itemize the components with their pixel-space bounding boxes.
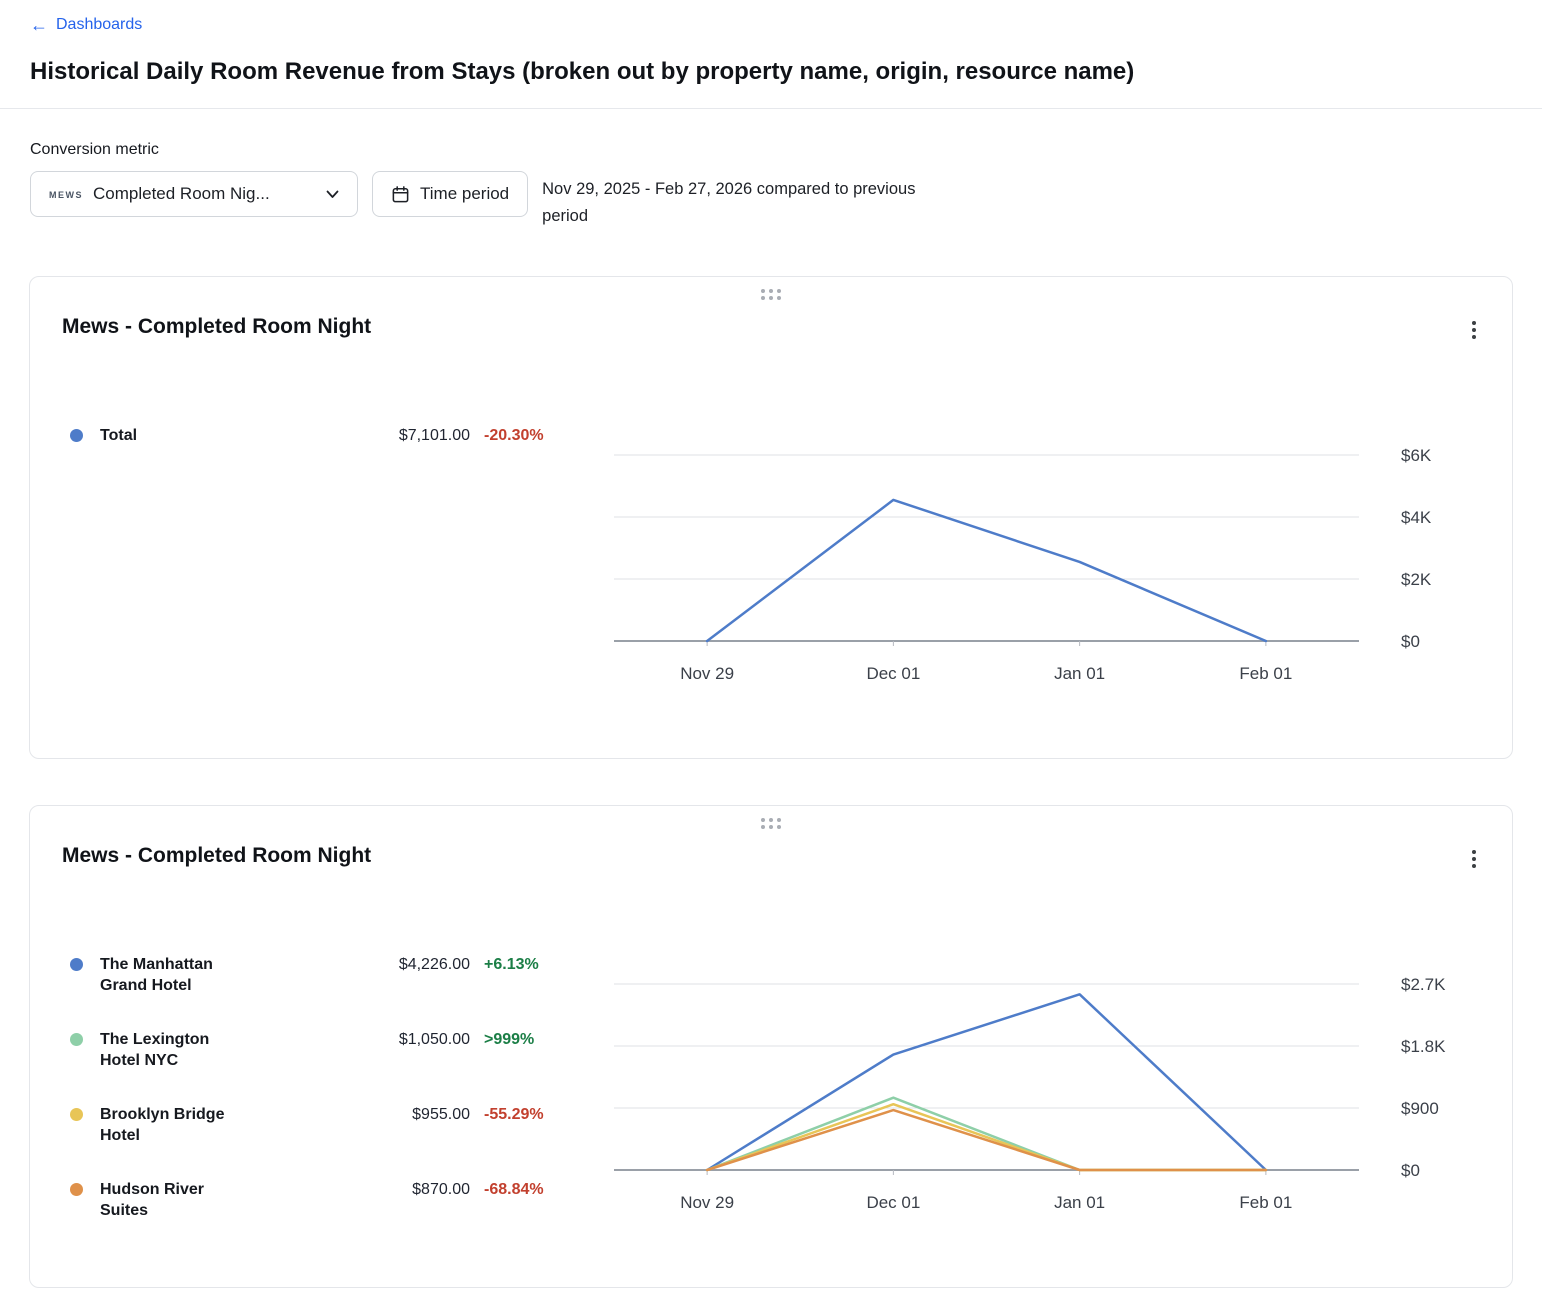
legend-item[interactable]: Hudson River Suites $870.00 -68.84% [68,1179,592,1221]
time-period-button[interactable]: Time period [372,171,528,217]
conversion-metric-label: Conversion metric [30,141,1512,159]
series-value: $1,050.00 [288,1029,470,1050]
series-value: $7,101.00 [288,425,470,446]
series-name: Hudson River Suites [100,1179,248,1221]
series-pct-change: >999% [482,1029,592,1050]
calendar-icon [391,185,410,204]
series-color-dot [70,1183,83,1196]
chevron-down-icon [326,190,339,199]
page-title: Historical Daily Room Revenue from Stays… [30,58,1512,86]
y-axis-label: $2.7K [1401,975,1446,994]
legend-item[interactable]: Total $7,101.00 -20.30% [68,425,592,446]
legend-item[interactable]: Brooklyn Bridge Hotel $955.00 -55.29% [68,1104,592,1146]
chart-card-by-property: Mews - Completed Room Night The Manhatta… [29,805,1513,1288]
chart-legend: The Manhattan Grand Hotel $4,226.00 +6.13%… [62,954,592,1227]
legend-item[interactable]: The Manhattan Grand Hotel $4,226.00 +6.13% [68,954,592,996]
y-axis-label: $2K [1401,570,1432,589]
card-header: Mews - Completed Room Night [62,844,1480,874]
time-period-label: Time period [420,184,509,204]
back-arrow-icon: ← [30,16,48,34]
x-axis-label: Feb 01 [1239,664,1292,683]
chart-card-total: Mews - Completed Room Night Total $7,101.… [29,276,1513,759]
drag-handle-icon[interactable] [757,285,785,304]
x-axis-label: Jan 01 [1054,664,1105,683]
y-axis-label: $0 [1401,632,1420,651]
series-pct-change: -55.29% [482,1104,592,1125]
series-line [707,500,1266,641]
card-header: Mews - Completed Room Night [62,315,1480,345]
y-axis-label: $4K [1401,508,1432,527]
series-name: The Manhattan Grand Hotel [100,954,248,996]
kebab-menu-icon[interactable] [1464,315,1484,345]
back-link-dashboards[interactable]: ← Dashboards [30,16,142,34]
top-bar: ← Dashboards Historical Daily Room Reven… [0,0,1542,109]
x-axis-label: Dec 01 [866,1193,920,1212]
card-title: Mews - Completed Room Night [62,844,371,868]
date-range-text: Nov 29, 2025 - Feb 27, 2026 compared to … [542,171,917,230]
x-axis-label: Feb 01 [1239,1193,1292,1212]
series-name: Brooklyn Bridge Hotel [100,1104,248,1146]
y-axis-label: $900 [1401,1099,1439,1118]
drag-handle-icon[interactable] [757,814,785,833]
kebab-menu-icon[interactable] [1464,844,1484,874]
series-color-dot [70,429,83,442]
x-axis-label: Jan 01 [1054,1193,1105,1212]
card-title: Mews - Completed Room Night [62,315,371,339]
back-link-label: Dashboards [56,16,142,34]
y-axis-label: $0 [1401,1161,1420,1180]
series-color-dot [70,958,83,971]
series-line [707,1098,1266,1170]
chart-area[interactable]: $0 $900 $1.8K $2.7K Nov 29 Dec 01 Jan 01 Feb 01 [592,954,1480,1227]
line-chart-svg: $0 $2K $4K $6K Nov 29 Dec 01 Jan 01 Feb 01 [614,425,1454,693]
conversion-metric-value: Completed Room Nig... [93,184,316,204]
series-color-dot [70,1033,83,1046]
series-name: The Lexington Hotel NYC [100,1029,248,1071]
chart-area[interactable]: $0 $2K $4K $6K Nov 29 Dec 01 Jan 01 Feb 01 [592,425,1480,698]
series-pct-change: +6.13% [482,954,592,975]
chart-legend: Total $7,101.00 -20.30% [62,425,592,698]
x-axis-label: Nov 29 [680,1193,734,1212]
series-value: $955.00 [288,1104,470,1125]
series-pct-change: -20.30% [482,425,592,446]
card-body: Total $7,101.00 -20.30% $0 $2K $4K $6K Nov 29 D… [62,425,1480,698]
filters-section: Conversion metric MEWS Completed Room Ni… [0,109,1542,230]
dashboard-content: Mews - Completed Room Night Total $7,101.… [0,276,1542,1314]
series-value: $4,226.00 [288,954,470,975]
y-axis-label: $6K [1401,446,1432,465]
y-axis-label: $1.8K [1401,1037,1446,1056]
conversion-metric-select[interactable]: MEWS Completed Room Nig... [30,171,358,217]
x-axis-label: Nov 29 [680,664,734,683]
card-body: The Manhattan Grand Hotel $4,226.00 +6.13%… [62,954,1480,1227]
mews-logo: MEWS [49,190,83,200]
filters-row: MEWS Completed Room Nig... Time period N… [30,171,1512,230]
series-color-dot [70,1108,83,1121]
x-axis-label: Dec 01 [866,664,920,683]
series-pct-change: -68.84% [482,1179,592,1200]
series-value: $870.00 [288,1179,470,1200]
legend-item[interactable]: The Lexington Hotel NYC $1,050.00 >999% [68,1029,592,1071]
series-name: Total [100,425,248,446]
line-chart-svg: $0 $900 $1.8K $2.7K Nov 29 Dec 01 Jan 01 Feb 01 [614,954,1454,1222]
